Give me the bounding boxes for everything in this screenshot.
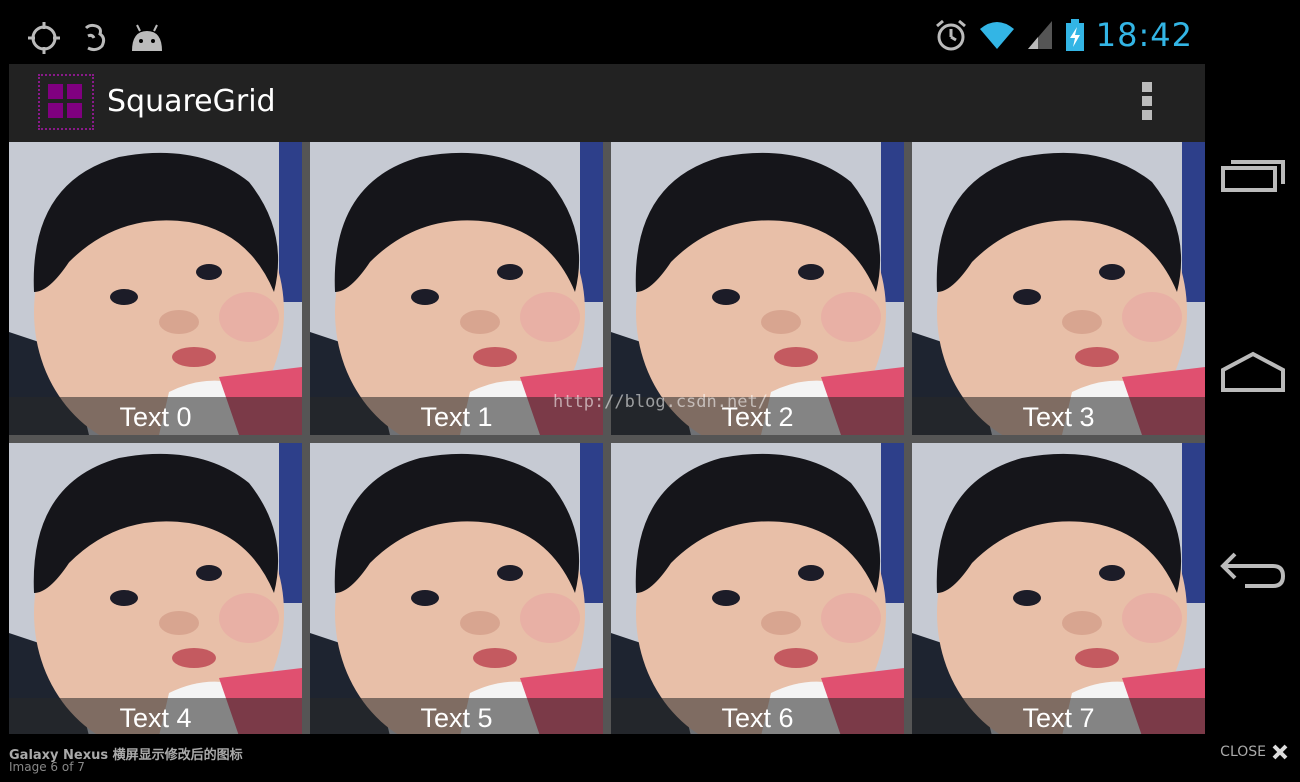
back-icon[interactable] [1219, 548, 1287, 592]
grid-cell-icon [67, 84, 82, 99]
baby-photo [310, 443, 603, 736]
recent-apps-icon[interactable] [1219, 150, 1287, 194]
baby-photo [912, 443, 1205, 736]
grid-item-label: Text 3 [1022, 402, 1095, 432]
grid-item[interactable]: Text 0 [9, 142, 302, 435]
grid-item-label: Text 1 [420, 402, 493, 432]
baby-photo [9, 443, 302, 736]
close-icon [1272, 744, 1288, 760]
navigation-bar [1205, 64, 1300, 734]
close-button[interactable]: CLOSE [1220, 744, 1288, 760]
image-counter: Image 6 of 7 [9, 760, 85, 774]
grid-item[interactable]: Text 2 [611, 142, 904, 435]
home-icon[interactable] [1219, 350, 1287, 394]
grid-item-label: Text 2 [721, 402, 794, 432]
clock: 18:42 [1095, 16, 1193, 54]
baby-photo [310, 142, 603, 435]
grid-item-label: Text 4 [119, 703, 192, 733]
grid-item[interactable]: Text 7 [912, 443, 1205, 736]
grid-item[interactable]: Text 1 [310, 142, 603, 435]
status-icons-right: 18:42 [934, 16, 1193, 54]
action-bar: SquareGrid [9, 64, 1205, 142]
status-icons-left [26, 20, 166, 56]
grid-item[interactable]: Text 5 [310, 443, 603, 736]
grid-app-icon[interactable] [38, 74, 94, 130]
grid-item-label: Text 7 [1022, 703, 1095, 733]
signal-icon [1027, 21, 1052, 49]
grid-cell-icon [67, 103, 82, 118]
grid-item-label: Text 0 [119, 402, 192, 432]
lightbox-footer: Galaxy Nexus 横屏显示修改后的图标 Image 6 of 7 CLO… [0, 734, 1300, 782]
grid-item-label: Text 5 [420, 703, 493, 733]
baby-photo [9, 142, 302, 435]
grid-item[interactable]: Text 4 [9, 443, 302, 736]
grid-item-label: Text 6 [721, 703, 794, 733]
baby-photo [611, 443, 904, 736]
notification-icon [84, 23, 106, 52]
baby-photo [912, 142, 1205, 435]
app-title: SquareGrid [107, 84, 276, 119]
status-bar: 18:42 [0, 0, 1205, 64]
square-grid: Text 0 Text 1 Text 2 Text 3 Text 4 Text 5 Text… [9, 142, 1205, 736]
battery-charging-icon [1065, 19, 1084, 51]
grid-item[interactable]: Text 6 [611, 443, 904, 736]
alarm-icon [935, 19, 966, 51]
close-label: CLOSE [1220, 744, 1266, 760]
grid-cell-icon [48, 84, 63, 99]
grid-cell-icon [48, 103, 63, 118]
overflow-menu-icon[interactable] [1141, 82, 1153, 124]
gps-icon [28, 22, 60, 54]
grid-item[interactable]: Text 3 [912, 142, 1205, 435]
wifi-icon [979, 22, 1014, 49]
android-icon [132, 24, 162, 51]
baby-photo [611, 142, 904, 435]
